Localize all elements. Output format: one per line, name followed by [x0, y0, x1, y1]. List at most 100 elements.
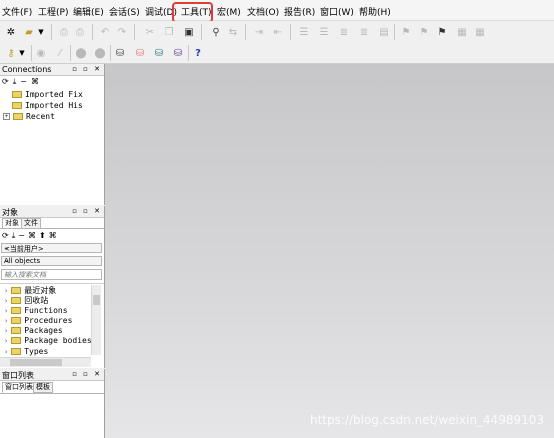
window-list-titlebar: 窗口列表 ▫ ▫ ✕: [0, 369, 104, 381]
tree-item-label: Imported His: [25, 101, 83, 110]
toolbar-separator: [290, 24, 291, 40]
print-icon[interactable]: ⎙: [56, 24, 72, 40]
toolbar-separator: [70, 45, 71, 61]
outdent-icon[interactable]: ⇤: [270, 24, 286, 40]
undo-icon[interactable]: ↶: [97, 24, 113, 40]
connections-panel: Connections ▫ ▫ ✕ ⟳⤓−⌘ Imported Fix Impo…: [0, 64, 105, 205]
tree-item[interactable]: Imported His: [12, 101, 83, 110]
tree-item-label: Types: [24, 347, 49, 356]
chevron-down-icon: ⌄: [4, 243, 10, 251]
tab-templates[interactable]: 模板: [33, 382, 53, 393]
tab-window-list[interactable]: 窗口列表: [2, 382, 36, 393]
indent-icon[interactable]: ⇥: [251, 24, 267, 40]
commit-icon[interactable]: ⚑: [398, 24, 414, 40]
tree-item-label: Imported Fix: [25, 90, 83, 99]
refresh-icon[interactable]: ⟳: [2, 231, 12, 240]
comment-icon[interactable]: ☰: [296, 24, 312, 40]
menu-session[interactable]: 会话(S): [109, 5, 140, 18]
chevron-down-icon[interactable]: ▼: [14, 45, 30, 61]
db-new-icon[interactable]: ⛁: [112, 45, 128, 61]
tree-item[interactable]: › Types: [4, 347, 48, 356]
menu-macro[interactable]: 宏(M): [217, 5, 241, 18]
toolbar-separator: [134, 24, 135, 40]
uncomment-icon[interactable]: ☰: [316, 24, 332, 40]
copy-icon[interactable]: ❐: [161, 24, 177, 40]
menu-reports[interactable]: 报告(R): [284, 5, 315, 18]
folder-icon: [11, 287, 22, 294]
objects-toolbar[interactable]: ⟳⤓−⌘⬆⌘: [2, 231, 60, 241]
panel-window-buttons[interactable]: ▫ ▫ ✕: [72, 370, 102, 378]
tree-item[interactable]: + Recent: [3, 112, 55, 121]
menu-file[interactable]: 文件(F): [2, 5, 32, 18]
expand-arrow-icon[interactable]: ›: [4, 348, 8, 356]
settings-icon[interactable]: ⌘: [31, 77, 43, 86]
expand-arrow-icon[interactable]: ›: [4, 307, 8, 315]
menu-project[interactable]: 工程(P): [38, 5, 68, 18]
expand-arrow-icon[interactable]: ›: [4, 337, 8, 345]
uppercase-icon[interactable]: ≣: [336, 24, 352, 40]
execute-icon[interactable]: ▤: [376, 24, 392, 40]
redo-icon[interactable]: ↷: [114, 24, 130, 40]
panel-window-buttons[interactable]: ▫ ▫ ✕: [72, 65, 102, 73]
print-preview-icon[interactable]: ⎙: [72, 24, 88, 40]
objects-scrollbar[interactable]: [91, 285, 101, 355]
refresh-icon[interactable]: ⟳: [2, 77, 13, 86]
explain-icon[interactable]: ⚑: [434, 24, 450, 40]
object-type-select[interactable]: All objects ⌄: [1, 256, 102, 266]
format-icon[interactable]: ▦: [454, 24, 470, 40]
tree-item[interactable]: › Package bodies: [4, 336, 92, 345]
replace-icon[interactable]: ⇆: [225, 24, 241, 40]
settings-icon[interactable]: ⌘: [49, 231, 60, 240]
db-multicolor-icon[interactable]: ⛁: [170, 45, 186, 61]
lowercase-icon[interactable]: ≣: [356, 24, 372, 40]
disconnect-icon[interactable]: ⁄: [52, 45, 68, 61]
user-select[interactable]: <当前用户> ⌄: [1, 243, 102, 253]
object-search-input[interactable]: [1, 269, 102, 280]
expand-icon[interactable]: +: [3, 113, 10, 120]
db-color-icon[interactable]: ⛁: [132, 45, 148, 61]
tree-item[interactable]: › Procedures: [4, 316, 72, 325]
new-icon[interactable]: ✲: [3, 24, 19, 40]
expand-arrow-icon[interactable]: ›: [4, 317, 8, 325]
find-icon[interactable]: ⚲: [208, 24, 224, 40]
scrollbar-thumb[interactable]: [93, 295, 100, 305]
paste-icon[interactable]: ▣: [181, 24, 197, 40]
tree-item-label: Packages: [24, 326, 63, 335]
grid-icon[interactable]: ▦: [472, 24, 488, 40]
tree-item[interactable]: Imported Fix: [12, 90, 83, 99]
tree-item-label: Functions: [24, 306, 68, 315]
menu-window[interactable]: 窗口(W): [320, 5, 354, 18]
connections-toolbar[interactable]: ⟳⤓−⌘: [2, 77, 43, 87]
horizontal-scrollbar[interactable]: [0, 357, 91, 367]
remove-icon[interactable]: −: [20, 77, 31, 86]
mdi-workspace[interactable]: https://blog.csdn.net/weixin_44989103: [105, 64, 554, 438]
remove-icon[interactable]: −: [18, 231, 28, 240]
panel-window-buttons[interactable]: ▫ ▫ ✕: [72, 207, 102, 215]
window-list-panel: 窗口列表 ▫ ▫ ✕ 窗口列表 模板: [0, 369, 105, 438]
expand-arrow-icon[interactable]: ›: [4, 297, 8, 305]
menu-bar: 文件(F) 工程(P) 编辑(E) 会话(S) 调试(D) 工具(T) 宏(M)…: [0, 0, 554, 23]
session-icon[interactable]: ⬤: [73, 45, 89, 61]
expand-arrow-icon[interactable]: ›: [4, 287, 8, 295]
cut-icon[interactable]: ✂: [142, 24, 158, 40]
scrollbar-thumb[interactable]: [10, 359, 62, 366]
expand-arrow-icon[interactable]: ›: [4, 327, 8, 335]
menu-edit[interactable]: 编辑(E): [73, 5, 104, 18]
tree-item[interactable]: › Packages: [4, 326, 63, 335]
find-icon[interactable]: ⌘: [28, 231, 39, 240]
objects-title: 对象: [2, 208, 18, 217]
db-teal-icon[interactable]: ⛁: [151, 45, 167, 61]
rollback-icon[interactable]: ⚑: [416, 24, 432, 40]
tree-item[interactable]: › 回收站: [4, 295, 48, 306]
tab-divider: [0, 228, 104, 229]
menu-help[interactable]: 帮助(H): [359, 5, 391, 18]
connect-icon[interactable]: ◉: [33, 45, 49, 61]
up-icon[interactable]: ⬆: [39, 231, 49, 240]
session2-icon[interactable]: ⬤: [92, 45, 108, 61]
menu-docs[interactable]: 文档(O): [247, 5, 279, 18]
tree-item[interactable]: › Functions: [4, 306, 68, 315]
folder-icon: [11, 297, 22, 304]
help-icon[interactable]: ?: [190, 45, 206, 61]
chevron-down-icon[interactable]: ▼: [33, 24, 49, 40]
folder-icon: [11, 307, 22, 314]
